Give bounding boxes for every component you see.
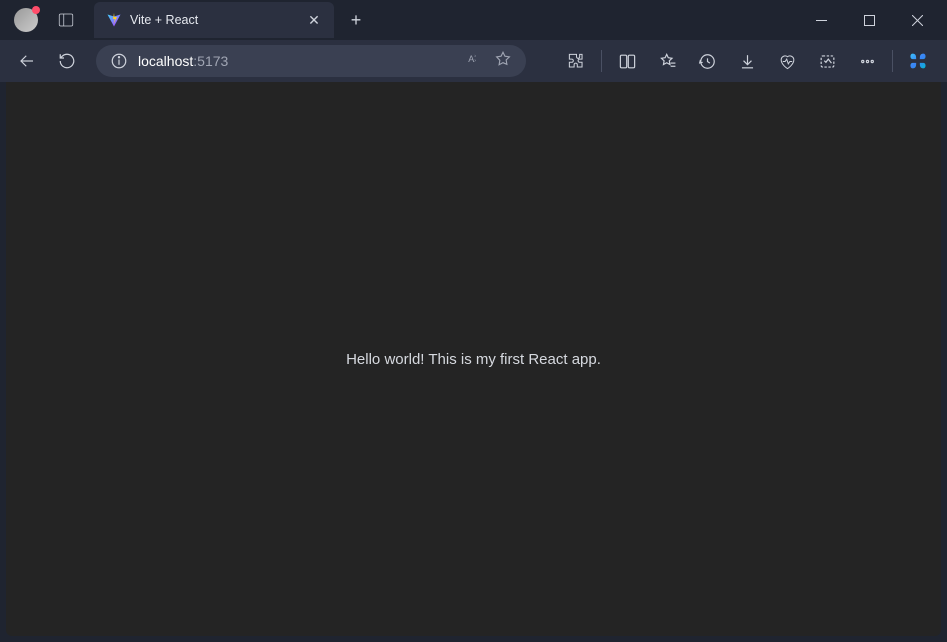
tab-title: Vite + React xyxy=(130,13,306,27)
site-info-button[interactable] xyxy=(110,52,128,70)
page-content-text: Hello world! This is my first React app. xyxy=(346,351,601,368)
favorite-button[interactable] xyxy=(494,50,512,73)
refresh-button[interactable] xyxy=(50,44,84,78)
url-text: localhost:5173 xyxy=(138,53,228,69)
history-button[interactable] xyxy=(688,44,726,78)
copilot-button[interactable] xyxy=(899,44,937,78)
minimize-button[interactable] xyxy=(799,4,843,36)
more-button[interactable] xyxy=(848,44,886,78)
favorites-button[interactable] xyxy=(648,44,686,78)
new-tab-button[interactable]: + xyxy=(342,6,370,34)
profile-button[interactable] xyxy=(14,8,38,32)
toolbar: localhost:5173 A›› xyxy=(0,40,947,82)
toolbar-actions xyxy=(557,44,937,78)
address-bar[interactable]: localhost:5173 A›› xyxy=(96,45,526,77)
close-window-button[interactable] xyxy=(895,4,939,36)
maximize-button[interactable] xyxy=(847,4,891,36)
browser-window: Vite + React ✕ + local xyxy=(0,0,947,642)
address-actions: A›› xyxy=(466,50,512,73)
tab-close-button[interactable]: ✕ xyxy=(306,12,322,28)
back-button[interactable] xyxy=(10,44,44,78)
read-aloud-button[interactable]: A›› xyxy=(466,50,484,73)
url-port: :5173 xyxy=(193,53,228,69)
notification-dot-icon xyxy=(32,6,40,14)
vite-favicon-icon xyxy=(106,12,122,28)
svg-text:›: › xyxy=(474,58,476,64)
performance-button[interactable] xyxy=(768,44,806,78)
window-controls xyxy=(799,4,939,36)
divider-icon xyxy=(892,50,893,72)
downloads-button[interactable] xyxy=(728,44,766,78)
extensions-button[interactable] xyxy=(557,44,595,78)
page-viewport: Hello world! This is my first React app. xyxy=(6,82,941,636)
divider-icon xyxy=(601,50,602,72)
url-host: localhost xyxy=(138,53,193,69)
svg-text:A: A xyxy=(468,54,474,64)
split-screen-button[interactable] xyxy=(608,44,646,78)
tab-actions-button[interactable] xyxy=(52,6,80,34)
browser-tab[interactable]: Vite + React ✕ xyxy=(94,2,334,38)
titlebar: Vite + React ✕ + xyxy=(0,0,947,40)
screenshot-button[interactable] xyxy=(808,44,846,78)
